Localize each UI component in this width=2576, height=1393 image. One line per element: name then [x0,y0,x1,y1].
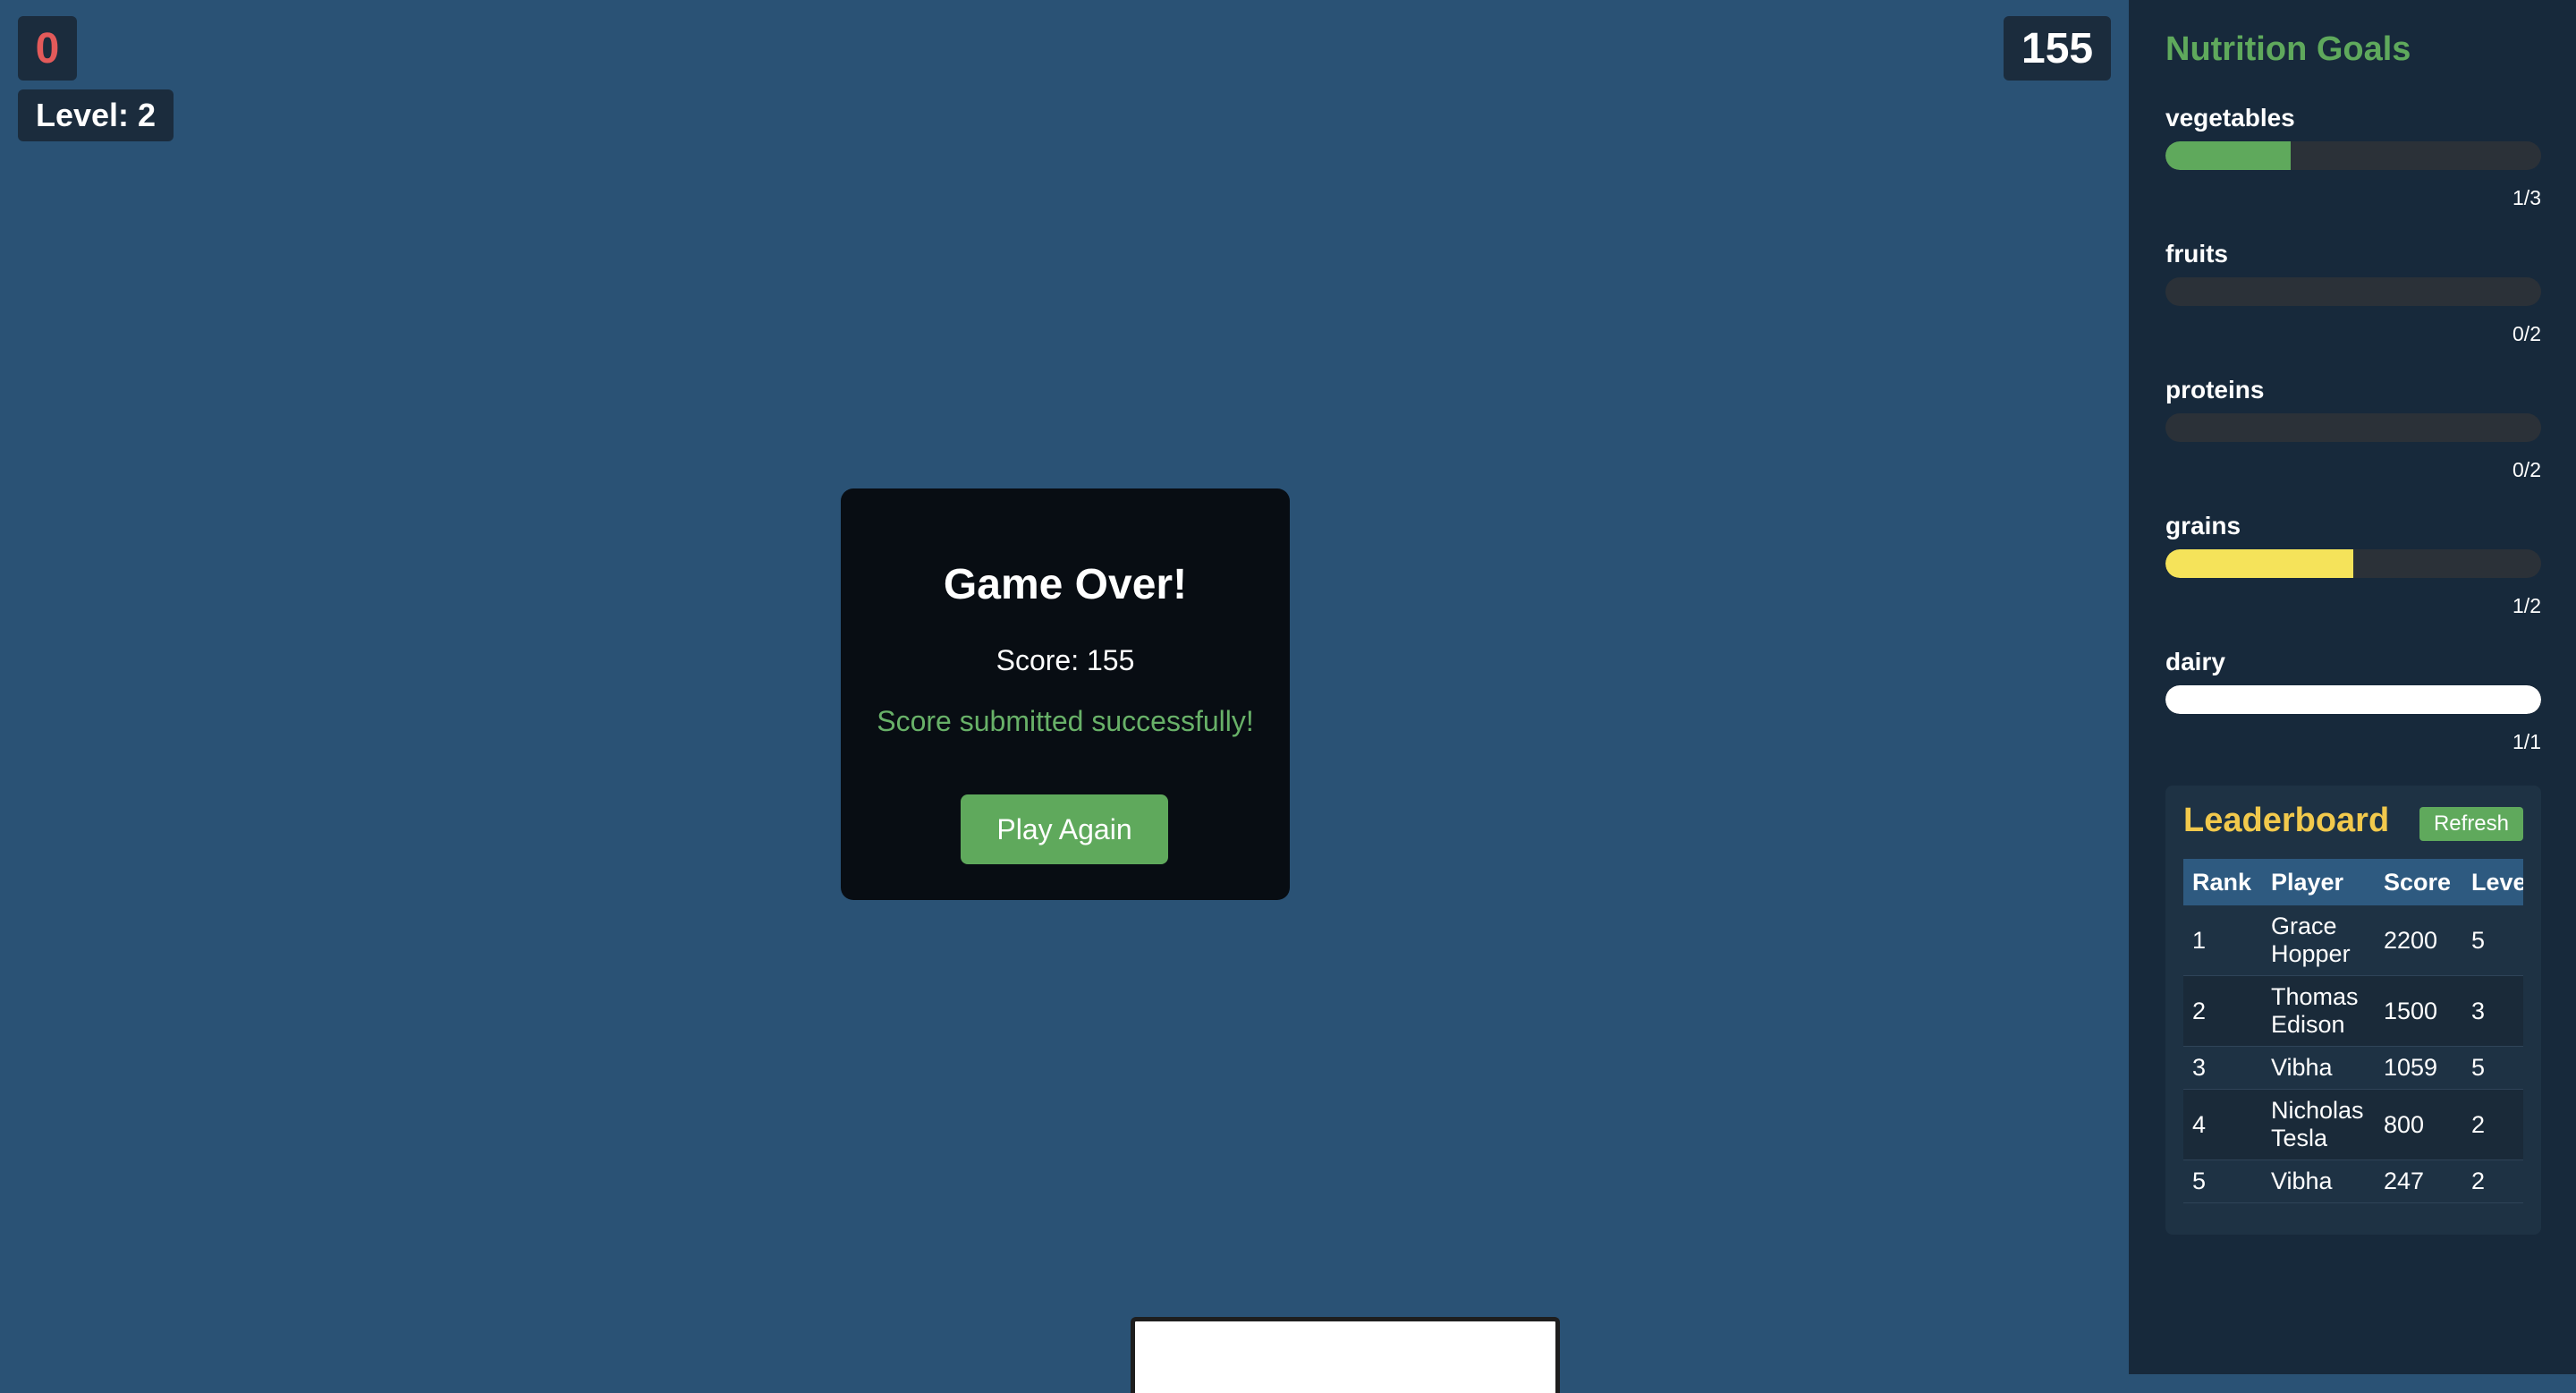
goal-name: proteins [2165,376,2265,403]
goal-proteins: proteins 0/2 [2165,376,2541,481]
goal-name: dairy [2165,648,2225,675]
column-header-rank: Rank [2183,859,2262,905]
goal-progress-bar [2165,141,2541,170]
cell-level: 5 [2462,905,2523,976]
cell-rank: 3 [2183,1046,2262,1090]
goal-dairy: dairy 1/1 [2165,648,2541,753]
cell-score: 2200 [2375,905,2462,976]
column-header-level: Level [2462,859,2523,905]
table-header-row: Rank Player Score Level [2183,859,2523,905]
game-over-title: Game Over! [943,561,1188,608]
goal-count: 1/3 [2512,186,2541,209]
cell-level: 2 [2462,1159,2523,1203]
goal-progress-bar [2165,277,2541,306]
leaderboard-table: Rank Player Score Level 1 Grace Hopper 2… [2183,859,2523,1203]
lives-counter: 0 [18,16,77,81]
goal-grains: grains 1/2 [2165,512,2541,617]
table-row: 1 Grace Hopper 2200 5 [2183,905,2523,976]
goal-name: grains [2165,512,2241,539]
goal-count: 0/2 [2512,458,2541,481]
goal-progress-bar [2165,413,2541,442]
table-row: 3 Vibha 1059 5 [2183,1046,2523,1090]
cell-player: Vibha [2262,1046,2375,1090]
goal-count: 1/1 [2512,730,2541,753]
leaderboard-title: Leaderboard [2183,802,2390,839]
column-header-score: Score [2375,859,2462,905]
goal-progress-fill [2165,549,2353,578]
leaderboard-panel: Leaderboard Refresh Rank Player Score Le… [2165,786,2541,1235]
play-again-button[interactable]: Play Again [961,794,1168,864]
goal-progress-fill [2165,685,2541,714]
cell-level: 5 [2462,1046,2523,1090]
goal-name: vegetables [2165,104,2295,132]
goal-progress-fill [2165,141,2291,170]
table-row: 2 Thomas Edison 1500 3 [2183,975,2523,1047]
goal-count: 0/2 [2512,322,2541,345]
cell-level: 2 [2462,1089,2523,1160]
goal-vegetables: vegetables 1/3 [2165,104,2541,209]
final-score: Score: 155 [996,644,1135,676]
column-header-player: Player [2262,859,2375,905]
cell-level: 3 [2462,975,2523,1047]
nutrition-goals-title: Nutrition Goals [2165,30,2411,68]
submit-status-message: Score submitted successfully! [877,705,1254,737]
leaderboard-table-scroll[interactable]: Rank Player Score Level 1 Grace Hopper 2… [2183,859,2523,1219]
game-over-modal: Game Over! Score: 155 Score submitted su… [841,488,1290,900]
score-counter: 155 [2004,16,2112,81]
sidebar: Nutrition Goals vegetables 1/3 fruits 0/… [2129,0,2576,1374]
level-indicator: Level: 2 [18,89,174,141]
cell-rank: 2 [2183,975,2262,1047]
goal-count: 1/2 [2512,594,2541,617]
goal-fruits: fruits 0/2 [2165,240,2541,345]
cell-score: 1500 [2375,975,2462,1047]
table-row: 4 Nicholas Tesla 800 2 [2183,1089,2523,1160]
cell-rank: 1 [2183,905,2262,976]
player-basket[interactable] [1131,1317,1560,1393]
cell-player: Thomas Edison [2262,975,2375,1047]
goal-progress-bar [2165,685,2541,714]
cell-score: 1059 [2375,1046,2462,1090]
cell-player: Vibha [2262,1159,2375,1203]
cell-score: 800 [2375,1089,2462,1160]
goal-name: fruits [2165,240,2228,268]
goal-progress-bar [2165,549,2541,578]
cell-rank: 4 [2183,1089,2262,1160]
cell-player: Nicholas Tesla [2262,1089,2375,1160]
cell-rank: 5 [2183,1159,2262,1203]
table-row: 5 Vibha 247 2 [2183,1159,2523,1203]
refresh-button[interactable]: Refresh [2419,807,2523,841]
cell-score: 247 [2375,1159,2462,1203]
cell-player: Grace Hopper [2262,905,2375,976]
